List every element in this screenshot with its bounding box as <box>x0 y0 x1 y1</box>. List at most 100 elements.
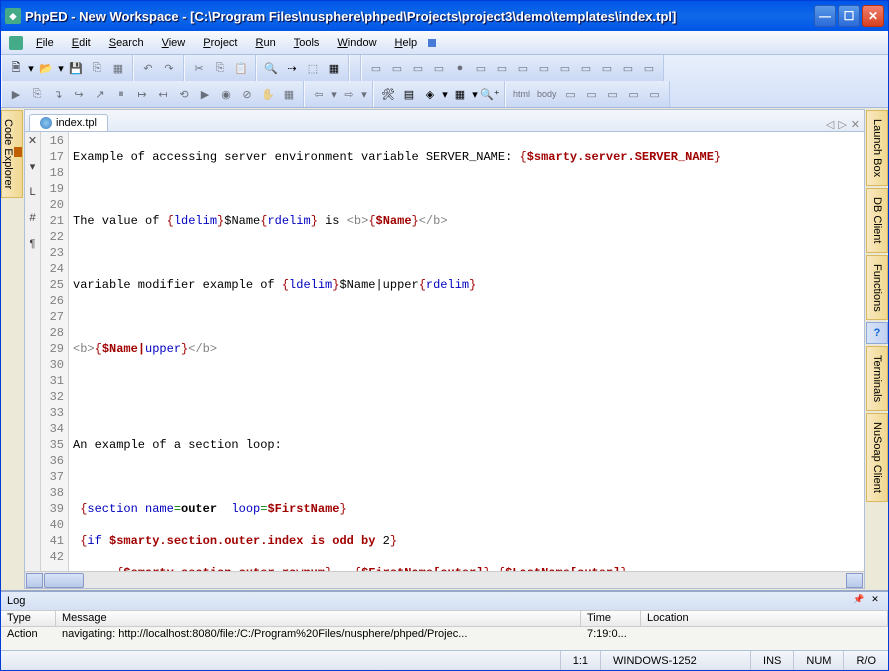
tb-btn[interactable]: ↦ <box>132 84 152 104</box>
nav-fwd-dropdown[interactable]: ▾ <box>360 84 368 104</box>
open-dropdown[interactable]: ▾ <box>57 58 65 78</box>
log-col-time[interactable]: Time <box>581 611 641 626</box>
log-col-message[interactable]: Message <box>56 611 581 626</box>
save-all-button[interactable]: ⎘ <box>87 58 107 78</box>
maximize-button[interactable]: ☐ <box>838 5 860 27</box>
menu-help[interactable]: Help <box>386 35 427 51</box>
new-button[interactable]: 🗎 <box>6 58 26 78</box>
scroll-thumb[interactable] <box>44 573 84 588</box>
log-col-type[interactable]: Type <box>1 611 56 626</box>
tb-btn[interactable]: ▭ <box>618 58 638 78</box>
tb-btn[interactable]: ▭ <box>639 58 659 78</box>
scroll-left-button[interactable] <box>26 573 43 588</box>
tb-btn[interactable]: ▶ <box>195 84 215 104</box>
menu-search[interactable]: Search <box>100 35 153 51</box>
tb-btn[interactable]: ↗ <box>90 84 110 104</box>
sidebar-help[interactable]: ? <box>866 322 888 344</box>
cut-button[interactable]: ✂ <box>189 58 209 78</box>
tb-btn[interactable]: ▭ <box>603 84 623 104</box>
sidebar-terminals[interactable]: Terminals <box>866 346 888 411</box>
tb-btn[interactable]: ▭ <box>408 58 428 78</box>
tb-dropdown[interactable]: ▾ <box>471 84 479 104</box>
save-button[interactable]: 💾 <box>66 58 86 78</box>
run-button[interactable]: ▶ <box>6 84 26 104</box>
tb-btn[interactable]: ◉ <box>216 84 236 104</box>
tab-prev-button[interactable]: ◁ <box>826 118 834 131</box>
nav-back-dropdown[interactable]: ▾ <box>330 84 338 104</box>
tb-btn[interactable]: ▦ <box>279 84 299 104</box>
log-row[interactable]: Action navigating: http://localhost:8080… <box>1 627 888 641</box>
tb-btn[interactable]: ▭ <box>576 58 596 78</box>
sidebar-launch-box[interactable]: Launch Box <box>866 110 888 186</box>
nav-fwd-button[interactable]: ⇨ <box>339 84 359 104</box>
code-editor[interactable]: Example of accessing server environment … <box>69 132 864 571</box>
sidebar-code-explorer[interactable]: Code Explorer <box>1 110 23 198</box>
minimize-button[interactable]: — <box>814 5 836 27</box>
marker-l[interactable]: L <box>27 186 39 198</box>
tb-btn[interactable]: ⟲ <box>174 84 194 104</box>
sidebar-db-client[interactable]: DB Client <box>866 188 888 252</box>
tb-btn[interactable]: ▭ <box>534 58 554 78</box>
pause-button[interactable]: ⏸ <box>111 84 131 104</box>
stop-button[interactable]: ⊘ <box>237 84 257 104</box>
menu-overflow[interactable] <box>428 39 436 47</box>
sidebar-nusoap-client[interactable]: NuSoap Client <box>866 413 888 502</box>
tag-html-button[interactable]: html <box>510 84 533 104</box>
file-tab[interactable]: index.tpl <box>29 114 108 131</box>
tb-dropdown[interactable]: ▾ <box>441 84 449 104</box>
tb-btn[interactable]: ▭ <box>582 84 602 104</box>
tb-btn[interactable]: ▦ <box>324 58 344 78</box>
tb-btn[interactable]: ↤ <box>153 84 173 104</box>
tb-btn[interactable]: ↪ <box>69 84 89 104</box>
menu-file[interactable]: File <box>27 35 63 51</box>
marker-pilcrow[interactable]: ¶ <box>27 238 39 250</box>
tb-btn[interactable]: ▭ <box>471 58 491 78</box>
tb-btn[interactable]: ▦ <box>450 84 470 104</box>
marker-close[interactable]: ✕ <box>27 134 39 146</box>
project-button[interactable]: ▦ <box>108 58 128 78</box>
menu-project[interactable]: Project <box>194 35 246 51</box>
tb-btn[interactable]: ▭ <box>429 58 449 78</box>
log-col-location[interactable]: Location <box>641 611 888 626</box>
tools-button[interactable]: 🛠 <box>378 84 398 104</box>
nav-back-button[interactable]: ⇦ <box>309 84 329 104</box>
tb-btn[interactable]: ▭ <box>561 84 581 104</box>
menu-view[interactable]: View <box>153 35 195 51</box>
tab-next-button[interactable]: ▷ <box>838 118 846 131</box>
tb-btn[interactable]: 🔍⁺ <box>480 84 500 104</box>
paste-button[interactable]: 📋 <box>231 58 251 78</box>
find-button[interactable]: 🔍 <box>261 58 281 78</box>
tb-btn[interactable]: ▭ <box>387 58 407 78</box>
tb-btn[interactable]: ▭ <box>555 58 575 78</box>
horizontal-scrollbar[interactable] <box>25 571 864 588</box>
tb-btn[interactable]: ▭ <box>624 84 644 104</box>
open-button[interactable]: 📂 <box>36 58 56 78</box>
tb-btn[interactable]: ▭ <box>366 58 386 78</box>
tb-btn[interactable]: ▤ <box>399 84 419 104</box>
tb-btn[interactable]: ⎘ <box>27 84 47 104</box>
replace-button[interactable]: ⬚ <box>303 58 323 78</box>
tb-btn[interactable]: ▭ <box>492 58 512 78</box>
sidebar-functions[interactable]: Functions <box>866 255 888 321</box>
marker-hash[interactable]: # <box>27 212 39 224</box>
marker-dropdown[interactable]: ▾ <box>27 160 39 172</box>
new-dropdown[interactable]: ▾ <box>27 58 35 78</box>
tb-btn[interactable]: ↴ <box>48 84 68 104</box>
find-next-button[interactable]: ⇢ <box>282 58 302 78</box>
tb-btn[interactable]: ▭ <box>513 58 533 78</box>
log-pin-button[interactable]: 📌 <box>852 594 866 608</box>
tag-body-button[interactable]: body <box>534 84 560 104</box>
copy-button[interactable]: ⎘ <box>210 58 230 78</box>
menu-edit[interactable]: Edit <box>63 35 100 51</box>
tb-btn[interactable]: ▭ <box>645 84 665 104</box>
tb-btn[interactable]: ✋ <box>258 84 278 104</box>
undo-button[interactable]: ↶ <box>138 58 158 78</box>
tb-btn[interactable]: ◈ <box>420 84 440 104</box>
close-button[interactable]: ✕ <box>862 5 884 27</box>
tb-btn[interactable]: ● <box>450 58 470 78</box>
menu-window[interactable]: Window <box>328 35 385 51</box>
scroll-right-button[interactable] <box>846 573 863 588</box>
log-close-button[interactable]: ✕ <box>868 594 882 608</box>
menu-tools[interactable]: Tools <box>285 35 329 51</box>
tb-btn[interactable]: ▭ <box>597 58 617 78</box>
